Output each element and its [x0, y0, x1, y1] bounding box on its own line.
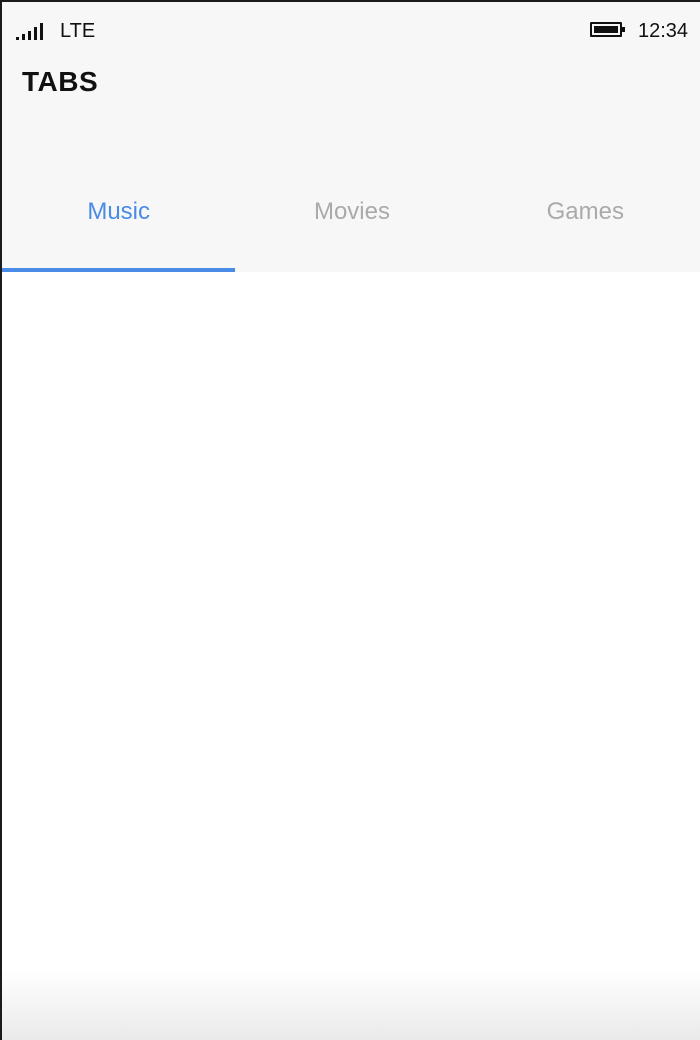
page-title: TABS [22, 66, 99, 97]
tab-movies[interactable]: Movies [235, 182, 468, 272]
bottom-gradient [2, 970, 700, 1040]
tab-music[interactable]: Music [2, 182, 236, 272]
status-bar: LTE 12:34 [2, 2, 700, 60]
phone-screen: LTE 12:34 TABS Music Movies Games [0, 0, 700, 1040]
tab-content-area [2, 272, 700, 1040]
app-header: LTE 12:34 TABS Music Movies Games [2, 2, 700, 272]
tab-bar: Music Movies Games [2, 182, 700, 272]
signal-strength-icon [16, 22, 48, 40]
network-type-label: LTE [60, 20, 96, 42]
clock-time: 12:34 [638, 20, 689, 42]
tab-games[interactable]: Games [469, 182, 700, 272]
battery-icon [590, 22, 625, 37]
